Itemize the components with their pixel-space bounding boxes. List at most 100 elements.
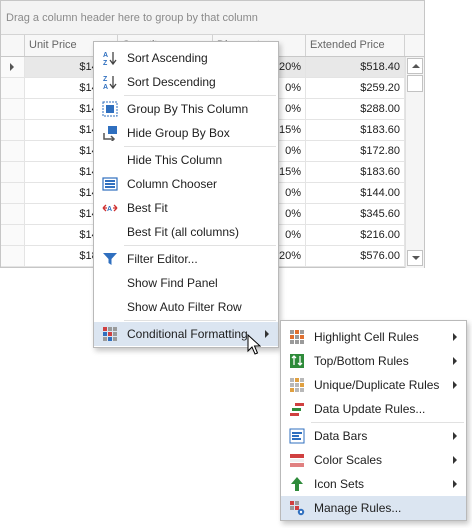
- submenu-item-top-bottom-rules[interactable]: Top/Bottom Rules: [281, 349, 466, 373]
- submenu-item-data-update-rules[interactable]: Data Update Rules...: [281, 397, 466, 421]
- submenu-arrow-icon: [453, 357, 457, 365]
- menu-item-best-fit[interactable]: A Best Fit: [94, 196, 278, 220]
- menu-item-label: Show Find Panel: [127, 276, 218, 290]
- submenu-item-color-scales[interactable]: Color Scales: [281, 448, 466, 472]
- menu-item-hide-group-by-box[interactable]: Hide Group By Box: [94, 121, 278, 145]
- svg-text:Z: Z: [103, 76, 108, 83]
- column-chooser-icon: [102, 177, 118, 191]
- cell-extended-price[interactable]: $216.00: [306, 225, 405, 245]
- menu-item-label: Hide Group By Box: [127, 126, 230, 140]
- menu-item-label: Manage Rules...: [314, 501, 402, 515]
- group-by-icon: [102, 101, 118, 117]
- hide-group-box-icon: [103, 126, 117, 141]
- conditional-formatting-icon: [103, 327, 117, 341]
- cell-extended-price[interactable]: $183.60: [306, 120, 405, 140]
- svg-text:A: A: [107, 206, 112, 213]
- row-indicator[interactable]: [1, 204, 25, 224]
- icon-sets-icon: [291, 477, 303, 491]
- submenu-arrow-icon: [265, 330, 269, 338]
- color-scales-icon: [290, 454, 304, 467]
- menu-separator: [124, 245, 276, 246]
- menu-separator: [124, 320, 276, 321]
- cell-extended-price[interactable]: $144.00: [306, 183, 405, 203]
- menu-item-sort-descending[interactable]: Z A Sort Descending: [94, 70, 278, 94]
- menu-item-filter-editor[interactable]: Filter Editor...: [94, 247, 278, 271]
- submenu-arrow-icon: [453, 432, 457, 440]
- mouse-cursor-icon: [247, 334, 261, 355]
- data-bars-icon: [289, 428, 305, 444]
- cell-extended-price[interactable]: $172.80: [306, 141, 405, 161]
- menu-item-best-fit-all-columns[interactable]: Best Fit (all columns): [94, 220, 278, 244]
- cell-extended-price[interactable]: $518.40: [306, 57, 405, 77]
- column-header-extended-price[interactable]: Extended Price: [306, 35, 405, 56]
- submenu-arrow-icon: [453, 333, 457, 341]
- menu-item-label: Conditional Formatting: [127, 327, 248, 341]
- menu-item-label: Best Fit: [127, 201, 168, 215]
- menu-separator: [124, 95, 276, 96]
- row-indicator[interactable]: [1, 162, 25, 182]
- scroll-thumb[interactable]: [407, 75, 423, 92]
- menu-item-show-find-panel[interactable]: Show Find Panel: [94, 271, 278, 295]
- menu-item-label: Color Scales: [314, 453, 383, 467]
- sort-ascending-icon: A Z: [103, 52, 117, 66]
- cell-extended-price[interactable]: $259.20: [306, 78, 405, 98]
- highlight-cell-rules-icon: [290, 330, 304, 344]
- submenu-item-manage-rules[interactable]: Manage Rules...: [281, 496, 466, 520]
- filter-icon: [103, 253, 117, 265]
- submenu-item-data-bars[interactable]: Data Bars: [281, 424, 466, 448]
- menu-item-label: Sort Descending: [127, 75, 216, 89]
- scroll-up-button[interactable]: [407, 58, 423, 74]
- row-indicator[interactable]: [1, 99, 25, 119]
- top-bottom-rules-icon: [290, 354, 304, 368]
- row-indicator[interactable]: [1, 78, 25, 98]
- menu-item-label: Best Fit (all columns): [127, 225, 240, 239]
- group-panel-hint: Drag a column header here to group by th…: [6, 12, 258, 24]
- menu-item-hide-this-column[interactable]: Hide This Column: [94, 148, 278, 172]
- submenu-arrow-icon: [453, 480, 457, 488]
- menu-item-label: Icon Sets: [314, 477, 365, 491]
- submenu-item-highlight-cell-rules[interactable]: Highlight Cell Rules: [281, 325, 466, 349]
- row-indicator[interactable]: [1, 57, 25, 77]
- menu-item-label: Column Chooser: [127, 177, 218, 191]
- manage-rules-icon: [290, 501, 305, 516]
- svg-text:Z: Z: [103, 60, 108, 66]
- menu-item-label: Sort Ascending: [127, 51, 208, 65]
- row-indicator[interactable]: [1, 141, 25, 161]
- menu-item-label: Unique/Duplicate Rules: [314, 378, 440, 392]
- group-panel[interactable]: Drag a column header here to group by th…: [1, 1, 424, 35]
- menu-item-column-chooser[interactable]: Column Chooser: [94, 172, 278, 196]
- menu-separator: [124, 146, 276, 147]
- cell-extended-price[interactable]: $183.60: [306, 162, 405, 182]
- cell-extended-price[interactable]: $288.00: [306, 99, 405, 119]
- menu-item-group-by-column[interactable]: Group By This Column: [94, 97, 278, 121]
- menu-item-sort-ascending[interactable]: A Z Sort Ascending: [94, 46, 278, 70]
- column-context-menu: A Z Sort Ascending Z A Sort Descending G…: [93, 41, 279, 348]
- row-indicator[interactable]: [1, 120, 25, 140]
- submenu-arrow-icon: [453, 456, 457, 464]
- row-indicator-header: [1, 35, 25, 56]
- vertical-scrollbar[interactable]: [405, 57, 424, 268]
- menu-item-show-auto-filter-row[interactable]: Show Auto Filter Row: [94, 295, 278, 319]
- menu-separator: [311, 422, 464, 423]
- unique-duplicate-rules-icon: [290, 378, 304, 392]
- conditional-formatting-submenu: Highlight Cell Rules Top/Bottom Rules Un…: [280, 320, 467, 521]
- svg-text:A: A: [103, 84, 108, 90]
- menu-item-label: Top/Bottom Rules: [314, 354, 409, 368]
- cell-extended-price[interactable]: $345.60: [306, 204, 405, 224]
- menu-item-label: Hide This Column: [127, 153, 223, 167]
- scroll-down-button[interactable]: [407, 250, 423, 266]
- menu-item-label: Data Update Rules...: [314, 402, 426, 416]
- row-indicator[interactable]: [1, 246, 25, 266]
- sort-descending-icon: Z A: [103, 76, 117, 90]
- menu-item-label: Data Bars: [314, 429, 368, 443]
- cell-extended-price[interactable]: $576.00: [306, 246, 405, 266]
- row-indicator[interactable]: [1, 225, 25, 245]
- submenu-item-unique-duplicate-rules[interactable]: Unique/Duplicate Rules: [281, 373, 466, 397]
- submenu-item-icon-sets[interactable]: Icon Sets: [281, 472, 466, 496]
- menu-item-label: Group By This Column: [127, 102, 249, 116]
- submenu-arrow-icon: [453, 381, 457, 389]
- menu-item-label: Filter Editor...: [127, 252, 198, 266]
- svg-text:A: A: [103, 52, 108, 59]
- row-indicator[interactable]: [1, 183, 25, 203]
- data-update-rules-icon: [290, 403, 304, 416]
